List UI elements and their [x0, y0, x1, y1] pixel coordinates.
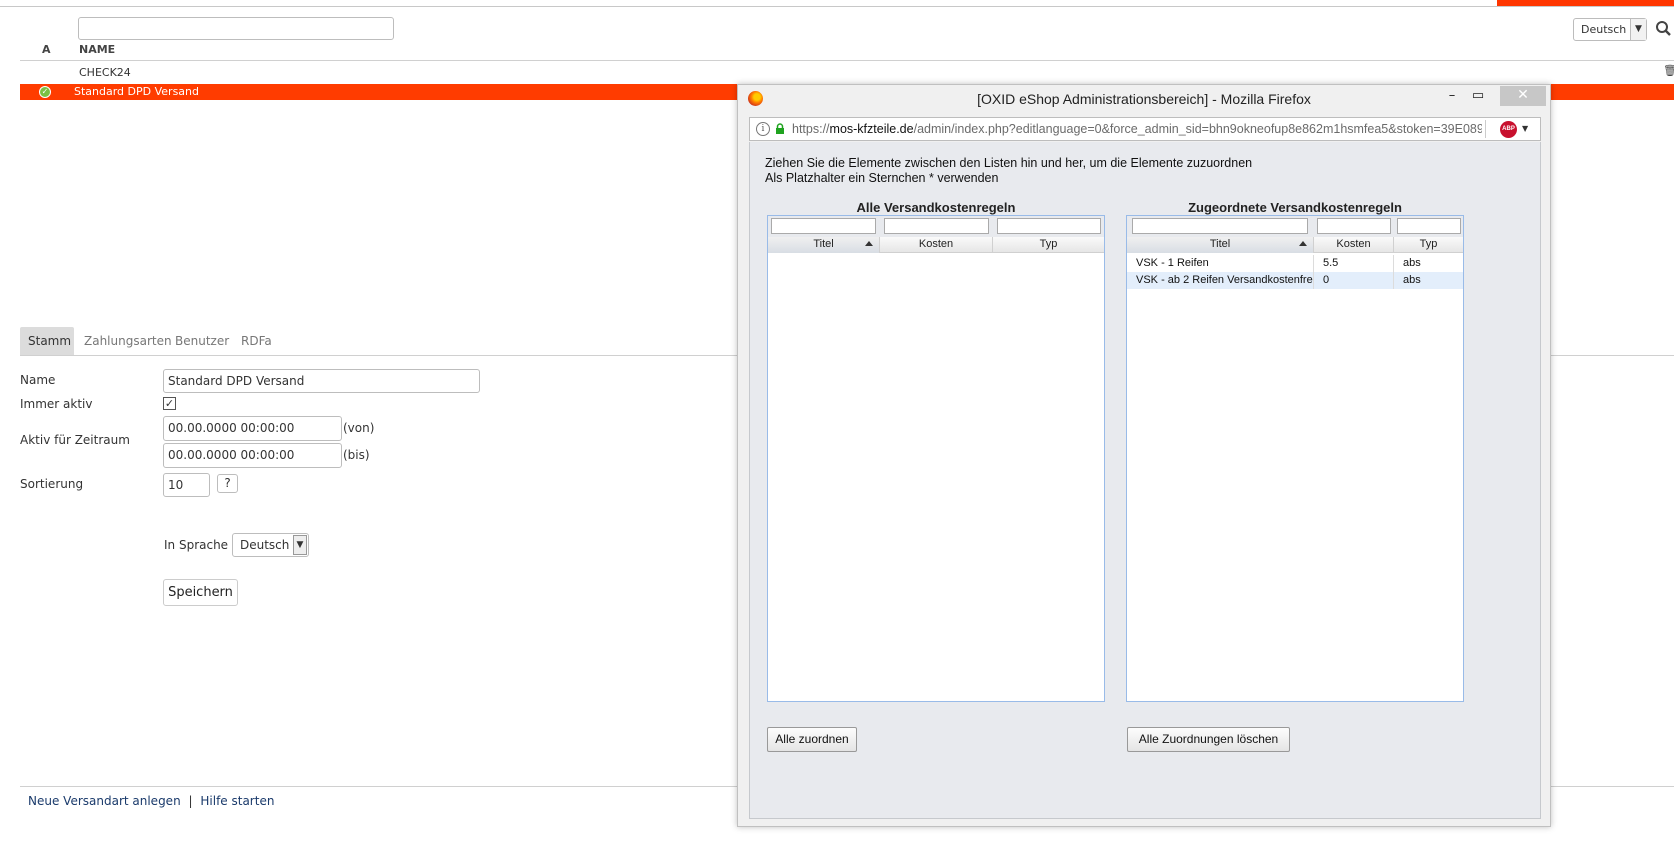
active-period-label: Aktiv für Zeitraum — [20, 433, 130, 447]
name-filter-input[interactable] — [78, 17, 394, 40]
maximize-button[interactable]: ▭ — [1467, 88, 1489, 106]
sort-asc-icon — [1299, 241, 1307, 246]
column-header-title[interactable]: Titel — [1127, 237, 1314, 253]
header-divider — [0, 6, 1674, 7]
window-title: [OXID eShop Administrationsbereich] - Mo… — [977, 91, 1311, 107]
column-header-name[interactable]: NAME — [79, 43, 115, 56]
always-active-label: Immer aktiv — [20, 397, 93, 411]
row-cost: 0 — [1314, 272, 1394, 289]
column-header-type[interactable]: Typ — [1394, 237, 1463, 253]
footer-links: Neue Versandart anlegen | Hilfe starten — [28, 794, 274, 808]
table-row[interactable]: VSK - 1 Reifen 5.5 abs — [1127, 255, 1463, 272]
remove-all-assignments-button[interactable]: Alle Zuordnungen löschen — [1127, 727, 1290, 752]
row-type: abs — [1403, 274, 1421, 286]
active-from-input[interactable]: 00.00.0000 00:00:00 — [163, 416, 342, 441]
active-check-icon: ✓ — [39, 86, 51, 98]
filter-row — [1127, 216, 1463, 238]
from-suffix: (von) — [343, 421, 375, 435]
sort-input[interactable]: 10 — [163, 473, 210, 497]
assignment-dialog: Ziehen Sie die Elemente zwischen den Lis… — [749, 142, 1541, 819]
header-accent-bar — [1497, 0, 1674, 6]
active-to-input[interactable]: 00.00.0000 00:00:00 — [163, 443, 342, 468]
column-header-label: Titel — [1209, 238, 1231, 250]
language-label: In Sprache — [164, 538, 229, 552]
help-button[interactable]: ? — [217, 474, 238, 493]
chevron-down-icon[interactable]: ▼ — [1522, 124, 1528, 133]
row-title: VSK - ab 2 Reifen Versandkostenfrei — [1127, 272, 1314, 289]
row-name-link[interactable]: CHECK24 — [79, 66, 131, 79]
assigned-rules-list[interactable]: Titel Kosten Typ VSK - 1 Reifen 5.5 abs … — [1126, 215, 1464, 702]
column-header-title[interactable]: Titel — [768, 237, 880, 253]
chevron-down-icon: ▼ — [293, 535, 307, 555]
title-filter-input[interactable] — [1132, 218, 1308, 234]
column-header-cost[interactable]: Kosten — [880, 237, 993, 253]
chevron-down-icon: ▼ — [1630, 19, 1646, 40]
filter-row — [768, 216, 1104, 238]
title-filter-input[interactable] — [771, 218, 876, 234]
column-header-row: Titel Kosten Typ — [768, 237, 1104, 253]
left-pane-title: Alle Versandkostenregeln — [856, 200, 1016, 215]
list-header-divider — [20, 60, 1674, 61]
instruction-line: Ziehen Sie die Elemente zwischen den Lis… — [765, 156, 1253, 170]
sort-asc-icon — [865, 241, 873, 246]
search-icon[interactable] — [1655, 20, 1674, 39]
address-bar[interactable]: i https://mos-kfzteile.de/admin/index.ph… — [749, 117, 1541, 141]
assign-all-button[interactable]: Alle zuordnen — [767, 727, 857, 752]
tab-stamm[interactable]: Stamm — [20, 327, 74, 355]
trash-icon[interactable]: 🗑 — [1663, 65, 1674, 77]
tab-rdfa[interactable]: RDFa — [233, 327, 280, 355]
language-select-value: Deutsch — [1581, 23, 1627, 36]
column-header-label: Titel — [813, 238, 834, 250]
edit-language-select[interactable]: Deutsch ▼ — [232, 533, 309, 557]
start-help-link[interactable]: Hilfe starten — [200, 794, 274, 808]
adblock-icon[interactable]: ABP — [1500, 121, 1517, 138]
row-name-link[interactable]: Standard DPD Versand — [74, 85, 199, 98]
window-titlebar[interactable]: [OXID eShop Administrationsbereich] - Mo… — [738, 85, 1550, 113]
instruction-line: Als Platzhalter ein Sternchen * verwende… — [765, 171, 999, 185]
name-label: Name — [20, 373, 56, 387]
column-header-type[interactable]: Typ — [993, 237, 1104, 253]
column-header-row: Titel Kosten Typ — [1127, 237, 1463, 253]
cost-filter-input[interactable] — [1317, 218, 1391, 234]
footer-separator: | — [188, 794, 193, 808]
row-title: VSK - 1 Reifen — [1127, 255, 1314, 272]
table-row[interactable] — [20, 64, 1674, 80]
cost-filter-input[interactable] — [884, 218, 989, 234]
close-button[interactable]: ✕ — [1500, 86, 1546, 106]
type-filter-input[interactable] — [997, 218, 1101, 234]
column-header-cost[interactable]: Kosten — [1314, 237, 1394, 253]
column-header-active[interactable]: A — [42, 43, 51, 56]
new-shipping-method-link[interactable]: Neue Versandart anlegen — [28, 794, 181, 808]
all-rules-list[interactable]: Titel Kosten Typ — [767, 215, 1105, 702]
lock-icon — [775, 123, 785, 134]
name-input[interactable]: Standard DPD Versand — [163, 369, 480, 393]
row-type: abs — [1403, 257, 1421, 269]
right-pane-title: Zugeordnete Versandkostenregeln — [1188, 200, 1402, 215]
minimize-button[interactable]: – — [1441, 88, 1463, 106]
url-text: https://mos-kfzteile.de/admin/index.php?… — [792, 122, 1482, 136]
edit-language-value: Deutsch — [240, 538, 290, 552]
tab-zahlungsarten[interactable]: Zahlungsarten — [76, 327, 180, 355]
save-button[interactable]: Speichern — [163, 579, 238, 606]
language-select[interactable]: Deutsch ▼ — [1573, 18, 1647, 41]
row-cost: 5.5 — [1314, 255, 1394, 272]
always-active-checkbox[interactable]: ✓ — [163, 397, 176, 410]
firefox-popup-window: [OXID eShop Administrationsbereich] - Mo… — [737, 84, 1551, 827]
to-suffix: (bis) — [343, 448, 370, 462]
info-icon[interactable]: i — [756, 122, 770, 136]
url-separator — [1485, 120, 1486, 138]
url-prefix: https:// — [792, 122, 830, 136]
url-domain: mos-kfzteile.de — [829, 122, 914, 136]
type-filter-input[interactable] — [1397, 218, 1461, 234]
sort-label: Sortierung — [20, 477, 84, 491]
table-row[interactable]: VSK - ab 2 Reifen Versandkostenfrei 0 ab… — [1127, 272, 1463, 289]
tab-benutzer[interactable]: Benutzer — [167, 327, 237, 355]
instructions: Ziehen Sie die Elemente zwischen den Lis… — [765, 156, 1252, 186]
url-path: /admin/index.php?editlanguage=0&force_ad… — [913, 122, 1482, 136]
